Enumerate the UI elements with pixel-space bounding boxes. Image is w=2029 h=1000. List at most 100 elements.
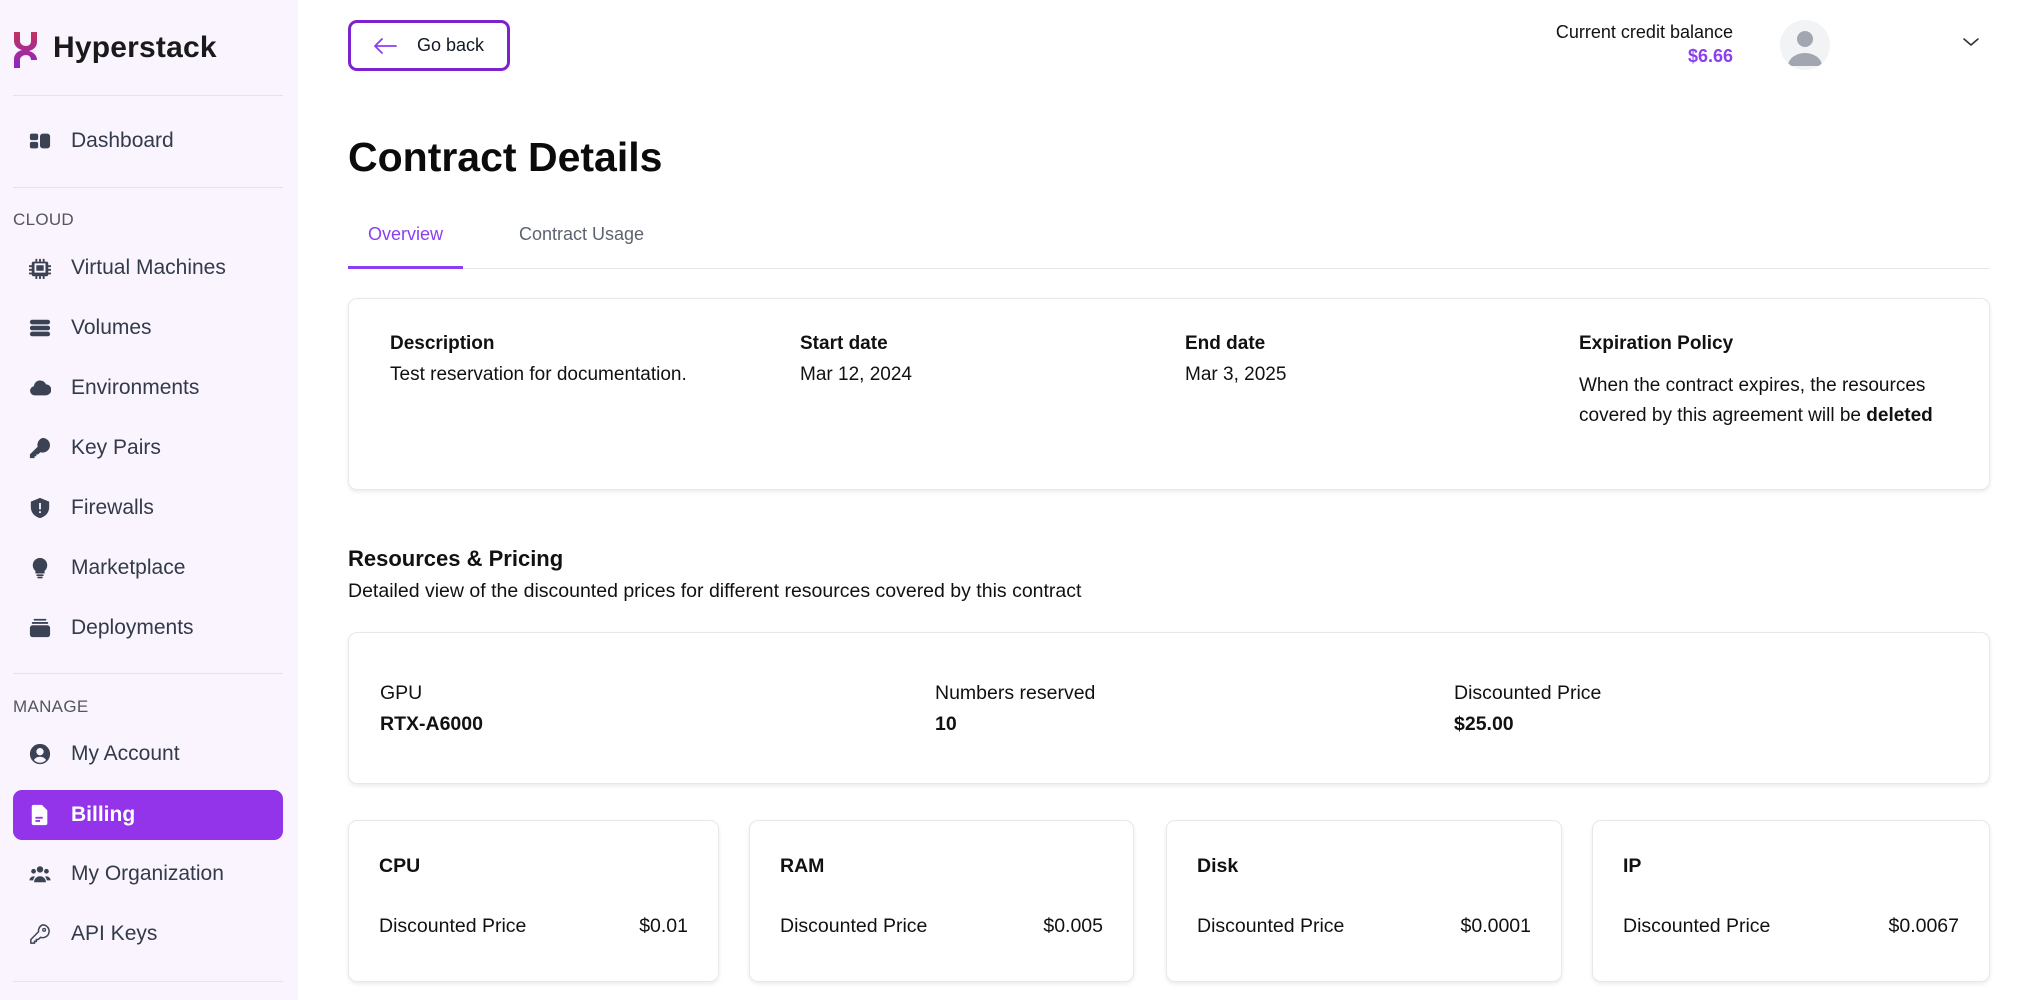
avatar[interactable] xyxy=(1780,20,1830,70)
user-circle-icon xyxy=(29,743,51,765)
description-value: Test reservation for documentation. xyxy=(390,364,687,385)
sidebar-item-label: Volumes xyxy=(71,316,152,339)
dashboard-icon xyxy=(29,130,51,152)
sidebar-item-environments[interactable]: Environments xyxy=(13,363,283,413)
credit-balance: Current credit balance $6.66 xyxy=(1556,22,1733,67)
page-title: Contract Details xyxy=(348,134,663,180)
resource-price-row: Discounted Price $0.0001 xyxy=(1197,915,1531,938)
sidebar-item-marketplace[interactable]: Marketplace xyxy=(13,543,283,593)
resource-price-label: Discounted Price xyxy=(780,915,928,937)
sidebar-item-label: Virtual Machines xyxy=(71,256,226,279)
sidebar-item-label: API Keys xyxy=(71,922,158,945)
sidebar-item-billing[interactable]: Billing xyxy=(13,790,283,840)
resource-price-value: $0.005 xyxy=(1043,915,1103,937)
numbers-reserved-label: Numbers reserved xyxy=(935,682,1096,704)
resource-name: IP xyxy=(1623,855,1642,877)
main-content: Go back Current credit balance $6.66 Con… xyxy=(348,0,1990,1000)
end-date-value: Mar 3, 2025 xyxy=(1185,364,1287,385)
expiration-policy-action: deleted xyxy=(1866,405,1933,426)
shield-icon xyxy=(29,497,51,519)
users-icon xyxy=(29,863,51,885)
contract-overview-card: Description Test reservation for documen… xyxy=(348,298,1990,490)
credit-balance-label: Current credit balance xyxy=(1555,22,1733,42)
tab-overview[interactable]: Overview xyxy=(348,212,464,269)
key-outline-icon xyxy=(29,923,51,945)
sidebar-item-volumes[interactable]: Volumes xyxy=(13,303,283,353)
go-back-label: Go back xyxy=(417,35,485,55)
sidebar-item-label: Environments xyxy=(71,376,200,399)
sidebar-item-label: Billing xyxy=(71,803,136,826)
gpu-field: GPU RTX-A6000 xyxy=(380,682,483,736)
resource-name: CPU xyxy=(379,855,421,877)
sidebar-item-api-keys[interactable]: API Keys xyxy=(13,909,283,959)
server-stack-icon xyxy=(29,317,51,339)
start-date-label: Start date xyxy=(800,333,888,354)
go-back-button[interactable]: Go back xyxy=(348,20,510,71)
resource-name: Disk xyxy=(1197,855,1239,877)
sidebar: Hyperstack Dashboard CLOUD Virtual Machi… xyxy=(0,0,298,1000)
description-field: Description Test reservation for documen… xyxy=(390,333,687,387)
sidebar-item-my-account[interactable]: My Account xyxy=(13,729,283,779)
brand-name: Hyperstack xyxy=(53,31,217,64)
sidebar-divider xyxy=(13,187,283,188)
tab-bar: Overview Contract Usage xyxy=(348,212,1990,269)
cloud-icon xyxy=(29,377,51,399)
resource-price-value: $0.0067 xyxy=(1888,915,1960,937)
app: Hyperstack Dashboard CLOUD Virtual Machi… xyxy=(0,0,2029,1000)
description-label: Description xyxy=(390,333,495,354)
resource-price-label: Discounted Price xyxy=(1197,915,1345,937)
gpu-discounted-price-value: $25.00 xyxy=(1454,713,1514,735)
sidebar-item-my-organization[interactable]: My Organization xyxy=(13,849,283,899)
credit-balance-value: $6.66 xyxy=(1687,46,1733,66)
gpu-discounted-price-field: Discounted Price $25.00 xyxy=(1454,682,1601,736)
arrow-left-icon xyxy=(374,37,397,54)
gpu-discounted-price-label: Discounted Price xyxy=(1454,682,1602,704)
sidebar-divider xyxy=(13,981,283,982)
sidebar-item-label: Dashboard xyxy=(71,129,174,152)
resource-price-row: Discounted Price $0.005 xyxy=(780,915,1103,938)
resource-price-label: Discounted Price xyxy=(1623,915,1771,937)
expiration-policy-label: Expiration Policy xyxy=(1579,333,1734,354)
sidebar-item-label: Firewalls xyxy=(71,496,154,519)
section-label-manage: MANAGE xyxy=(13,697,89,716)
numbers-reserved-value: 10 xyxy=(935,713,957,735)
sidebar-item-key-pairs[interactable]: Key Pairs xyxy=(13,423,283,473)
resource-name: RAM xyxy=(780,855,825,877)
document-icon xyxy=(29,804,51,826)
end-date-label: End date xyxy=(1185,333,1266,354)
sidebar-item-label: My Account xyxy=(71,742,180,765)
lightbulb-icon xyxy=(29,557,51,579)
resource-card-cpu: CPU Discounted Price $0.01 xyxy=(348,820,719,982)
sidebar-item-label: Deployments xyxy=(71,616,194,639)
resource-card-ip: IP Discounted Price $0.0067 xyxy=(1592,820,1990,982)
tab-contract-usage[interactable]: Contract Usage xyxy=(519,212,644,258)
gpu-value: RTX-A6000 xyxy=(380,713,483,735)
logo[interactable]: Hyperstack xyxy=(13,26,217,70)
resource-card-disk: Disk Discounted Price $0.0001 xyxy=(1166,820,1562,982)
expiration-policy-text: When the contract expires, the resources… xyxy=(1579,371,1959,431)
resource-price-value: $0.01 xyxy=(639,915,688,937)
key-icon xyxy=(29,437,51,459)
sidebar-divider xyxy=(13,673,283,674)
resources-section-subtitle: Detailed view of the discounted prices f… xyxy=(348,580,1082,602)
sidebar-item-label: Marketplace xyxy=(71,556,186,579)
section-label-cloud: CLOUD xyxy=(13,210,75,229)
start-date-field: Start date Mar 12, 2024 xyxy=(800,333,912,387)
resources-section-title: Resources & Pricing xyxy=(348,546,564,571)
resource-price-value: $0.0001 xyxy=(1460,915,1532,937)
resource-price-label: Discounted Price xyxy=(379,915,527,937)
stack-icon xyxy=(29,617,51,639)
sidebar-item-deployments[interactable]: Deployments xyxy=(13,603,283,653)
sidebar-divider xyxy=(13,95,283,96)
gpu-pricing-card: GPU RTX-A6000 Numbers reserved 10 Discou… xyxy=(348,632,1990,784)
sidebar-item-dashboard[interactable]: Dashboard xyxy=(13,116,283,166)
user-avatar-icon xyxy=(1788,31,1822,66)
sidebar-item-firewalls[interactable]: Firewalls xyxy=(13,483,283,533)
numbers-reserved-field: Numbers reserved 10 xyxy=(935,682,1095,736)
start-date-value: Mar 12, 2024 xyxy=(800,364,912,385)
sidebar-item-virtual-machines[interactable]: Virtual Machines xyxy=(13,243,283,293)
expiration-policy-field: Expiration Policy When the contract expi… xyxy=(1579,333,1959,431)
chevron-down-icon[interactable] xyxy=(1962,36,1980,48)
resource-price-row: Discounted Price $0.0067 xyxy=(1623,915,1959,938)
chip-icon xyxy=(29,257,51,279)
